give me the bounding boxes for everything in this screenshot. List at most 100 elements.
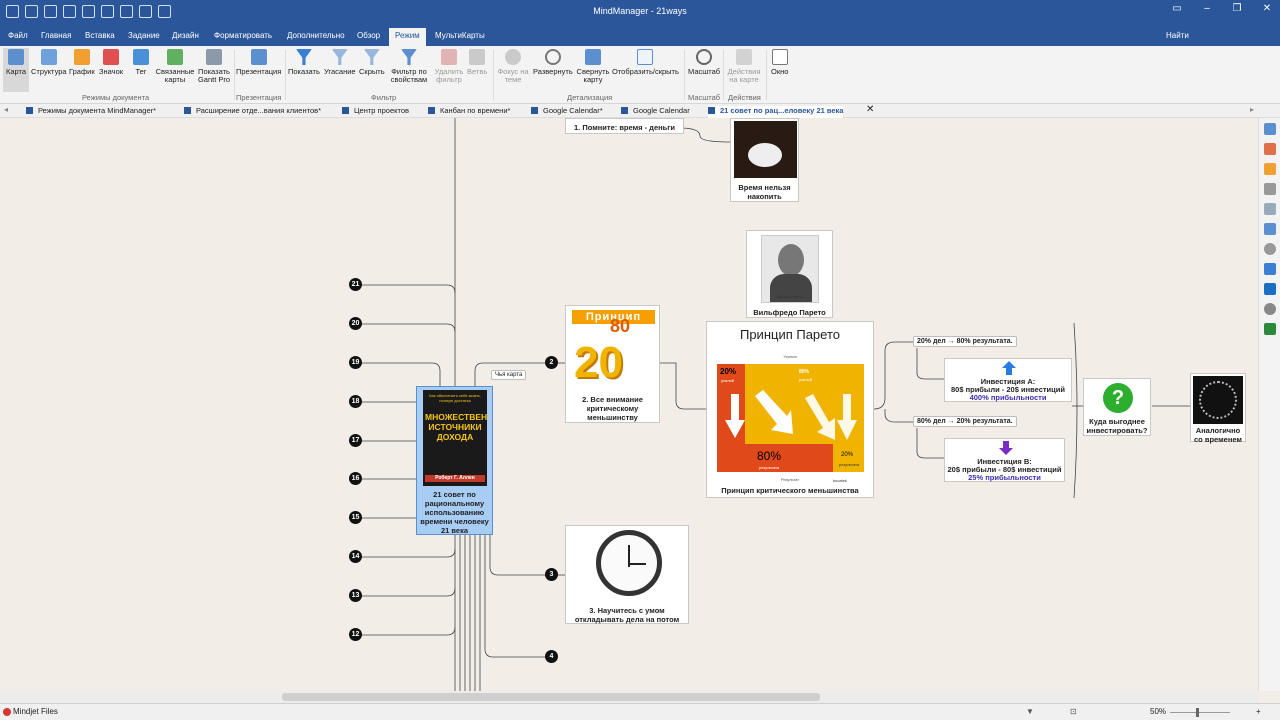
show-filter-button[interactable]: Показать [288,48,320,76]
map-parts-icon[interactable] [1263,183,1276,195]
callout-label[interactable]: Чья карта [491,370,527,380]
branch-80-20[interactable]: 80% дел → 20% результата. [913,416,1017,427]
topic-number[interactable]: 21 [349,278,362,291]
tab-insert[interactable]: Вставка [85,31,115,40]
scrollbar-thumb[interactable] [282,693,820,701]
tab-multimaps[interactable]: МультиКарты [435,31,485,40]
arrow-down-icon [999,441,1013,455]
tab-format[interactable]: Форматировать [214,31,272,40]
doc-tab[interactable]: Google Calendar* [531,106,603,115]
gantt-pro-label: Показать Gantt Pro [197,67,231,84]
presentation-button[interactable]: Презентация [236,48,281,76]
outlook-icon[interactable] [1263,283,1276,295]
tip2-topic[interactable]: Принцип 80 20 2. Все внимание критическо… [565,305,660,423]
markers-icon[interactable] [1263,143,1276,155]
remove-filter-button[interactable]: Удалить фильтр [433,48,465,84]
mindjet-files-button[interactable]: Mindjet Files [13,707,58,716]
topic-number[interactable]: 14 [349,550,362,563]
group-label-filter: Фильтр [371,93,397,102]
icon-view-button[interactable]: Значок [99,48,123,76]
tab-file[interactable]: Файл [8,31,28,40]
tab-task[interactable]: Задание [128,31,160,40]
topic-number[interactable]: 13 [349,589,362,602]
window-button[interactable]: Окно [771,48,788,76]
web-icon[interactable] [1263,303,1276,315]
tab-view[interactable]: Режим [389,28,426,46]
tag-view-button[interactable]: Тег [133,48,149,76]
fade-filter-button[interactable]: Угасание [324,48,356,76]
restore-icon[interactable]: ❐ [1228,3,1246,14]
question-topic[interactable]: ? Куда выгоднее инвестировать? [1083,378,1151,436]
tab-advanced[interactable]: Дополнительно [287,31,345,40]
pareto-person-topic[interactable]: Vilfredo Pareto Вильфредо Парето [746,230,833,318]
topic-number[interactable]: 20 [349,317,362,330]
tip1-subtopic[interactable]: Время нельзя накопить [730,118,799,202]
zoom-button[interactable]: Масштаб [688,48,720,76]
focus-topic-button[interactable]: Фокус на теме [497,48,529,84]
show-hide-button[interactable]: Отобразить/скрыть [612,48,679,76]
gantt-view-button[interactable]: График [69,48,95,76]
gantt-pro-button[interactable]: Показать Gantt Pro [196,48,232,84]
doc-tab[interactable]: Google Calendar [621,106,690,115]
find-button[interactable]: Найти [1166,31,1189,40]
share-icon[interactable] [1263,203,1276,215]
piggy-bank-image [734,121,797,178]
expand-button[interactable]: Развернуть [533,48,573,76]
topic-number[interactable]: 17 [349,434,362,447]
topic-number[interactable]: 4 [545,650,558,663]
book-title: Множественные источники дохода [425,412,487,442]
topic-number[interactable]: 19 [349,356,362,369]
hide-filter-button[interactable]: Скрыть [359,48,385,76]
map-actions-button[interactable]: Действия на карте [726,48,762,84]
branch-button[interactable]: Ветвь [467,48,487,76]
horizontal-scrollbar[interactable] [0,691,1258,703]
calendar-icon[interactable] [1263,163,1276,175]
word-export-icon[interactable] [1263,263,1276,275]
ribbon-options-icon[interactable]: ▭ [1168,3,1186,14]
collapse-map-button[interactable]: Свернуть карту [575,48,611,84]
zoom-in-icon[interactable]: + [1256,707,1261,716]
close-icon[interactable]: ✕ [1258,3,1276,14]
outline-view-button[interactable]: Структура [31,48,67,76]
close-tab-icon[interactable]: ✕ [866,104,874,115]
tab-design[interactable]: Дизайн [172,31,199,40]
tab-review[interactable]: Обзор [357,31,380,40]
minimize-icon[interactable]: – [1198,3,1216,14]
linked-maps-button[interactable]: Связанные карты [155,48,195,84]
filter-status-icon[interactable]: ▼ [1026,707,1034,716]
filter-by-properties-button[interactable]: Фильтр по свойствам [389,48,429,84]
pareto-principle-topic[interactable]: Принцип Парето Усилия 20% усилий 80% уси… [706,321,874,498]
excel-icon[interactable] [1263,323,1276,335]
tabs-scroll-left-icon[interactable]: ◂ [4,105,8,114]
branch-20-80[interactable]: 20% дел → 80% результата. [913,336,1017,347]
topic-number[interactable]: 12 [349,628,362,641]
task-info-icon[interactable] [1263,223,1276,235]
group-label-actions: Действия [728,93,761,102]
topic-number[interactable]: 2 [545,356,558,369]
tip1-topic[interactable]: 1. Помните: время - деньги [565,118,684,134]
topic-number[interactable]: 15 [349,511,362,524]
tabs-scroll-right-icon[interactable]: ▸ [1250,105,1254,114]
doc-tab[interactable]: Канбан по времени* [428,106,510,115]
tab-home[interactable]: Главная [41,31,71,40]
topic-number[interactable]: 3 [545,568,558,581]
doc-tab[interactable]: Центр проектов [342,106,409,115]
library-icon[interactable] [1263,123,1276,135]
tip3-topic[interactable]: 3. Научитесь с умом откладывать дела на … [565,525,689,624]
zoom-level[interactable]: 50% [1150,707,1166,716]
topic-number[interactable]: 16 [349,472,362,485]
doc-tab[interactable]: Режимы документа MindManager* [26,106,156,115]
zoom-slider-thumb[interactable] [1196,708,1199,717]
analog-topic[interactable]: Аналогично со временем [1190,373,1246,444]
doc-tab-active[interactable]: 21 совет по рац...еловеку 21 века [708,106,844,118]
investment-b-topic[interactable]: Инвестиция В: 20$ прибыли - 80$ инвестиц… [944,438,1065,482]
investment-a-topic[interactable]: Инвестиция А: 80$ прибыли - 20$ инвестиц… [944,358,1072,402]
map-canvas[interactable]: 21 20 19 18 17 16 15 14 13 12 2 3 4 Чья … [0,118,1258,691]
zoom-slider[interactable] [1170,712,1230,713]
topic-number[interactable]: 18 [349,395,362,408]
doc-tab[interactable]: Расширение отде...вания клиентов* [184,106,321,115]
search-icon[interactable] [1263,243,1276,255]
central-topic[interactable]: Как обеспечить себе жизнь, полную достат… [416,386,493,535]
fit-map-icon[interactable]: ⊡ [1070,707,1077,716]
map-view-button[interactable]: Карта [3,48,30,92]
